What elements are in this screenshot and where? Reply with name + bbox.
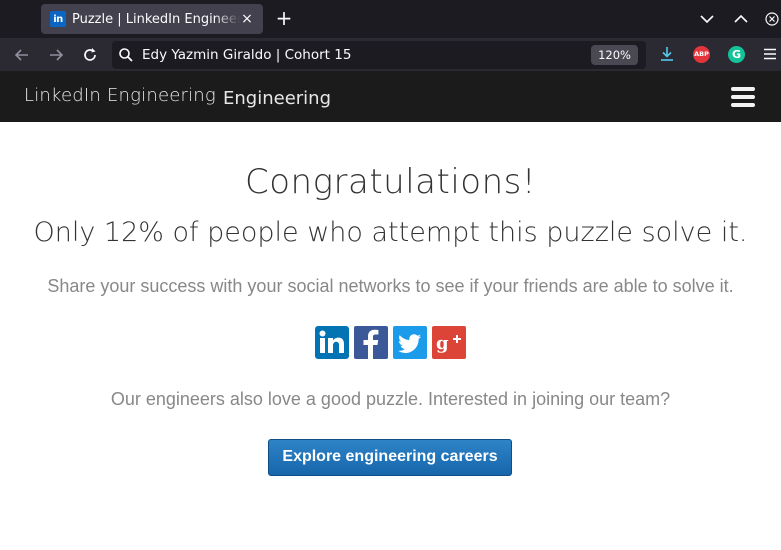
google-plus-icon: g	[436, 333, 461, 354]
search-icon	[119, 48, 133, 62]
site-header: LinkedIn Engineering Engineering	[0, 71, 781, 122]
tab-close-button[interactable]: ×	[239, 11, 255, 27]
browser-tab[interactable]: in Puzzle | LinkedIn Engineering ×	[41, 4, 263, 34]
linkedin-favicon-icon: in	[50, 11, 66, 27]
tabbar-controls	[697, 9, 781, 29]
social-share-buttons: g	[315, 326, 471, 359]
linkedin-icon	[319, 330, 344, 353]
tab-list-chevron-down-icon[interactable]	[697, 9, 717, 29]
address-text: Edy Yazmin Giraldo | Cohort 15	[142, 47, 352, 63]
adblock-plus-icon[interactable]: ABP	[693, 46, 710, 63]
puzzle-result-content: Congratulations! Only 12% of people who …	[0, 122, 781, 550]
google-plus-share-button[interactable]: g	[432, 326, 466, 359]
window-close-icon[interactable]	[765, 12, 779, 26]
twitter-share-button[interactable]	[393, 326, 427, 359]
site-brand-logo[interactable]: LinkedIn Engineering	[24, 85, 216, 106]
back-arrow-icon[interactable]	[12, 45, 32, 65]
careers-prompt-text: Our engineers also love a good puzzle. I…	[110, 389, 671, 409]
share-prompt-text: Share your success with your social netw…	[47, 276, 734, 296]
forward-arrow-icon[interactable]	[46, 45, 66, 65]
linkedin-share-button[interactable]	[315, 326, 349, 359]
grammarly-icon[interactable]: G	[728, 46, 745, 63]
new-tab-button[interactable]: +	[274, 8, 294, 29]
facebook-icon	[363, 329, 379, 359]
address-bar[interactable]: Edy Yazmin Giraldo | Cohort 15 120%	[112, 41, 646, 69]
congratulations-heading: Congratulations!	[245, 162, 536, 202]
solve-rate-subheading: Only 12% of people who attempt this puzz…	[33, 217, 748, 248]
svg-text:g: g	[436, 333, 449, 354]
browser-navbar: Edy Yazmin Giraldo | Cohort 15 120% ABP …	[0, 38, 781, 71]
tab-title: Puzzle | LinkedIn Engineering	[72, 11, 240, 27]
reload-icon[interactable]	[80, 45, 100, 65]
facebook-share-button[interactable]	[354, 326, 388, 359]
hamburger-menu-icon[interactable]	[731, 87, 755, 107]
browser-tab-strip: in Puzzle | LinkedIn Engineering × +	[0, 0, 781, 38]
menu-icon[interactable]	[761, 45, 779, 63]
minimize-chevron-up-icon[interactable]	[731, 9, 751, 29]
twitter-bird-icon	[398, 334, 421, 353]
site-brand-suffix: Engineering	[223, 88, 331, 109]
zoom-level-badge[interactable]: 120%	[591, 45, 638, 65]
explore-careers-button[interactable]: Explore engineering careers	[268, 439, 512, 476]
download-icon[interactable]	[658, 45, 676, 63]
